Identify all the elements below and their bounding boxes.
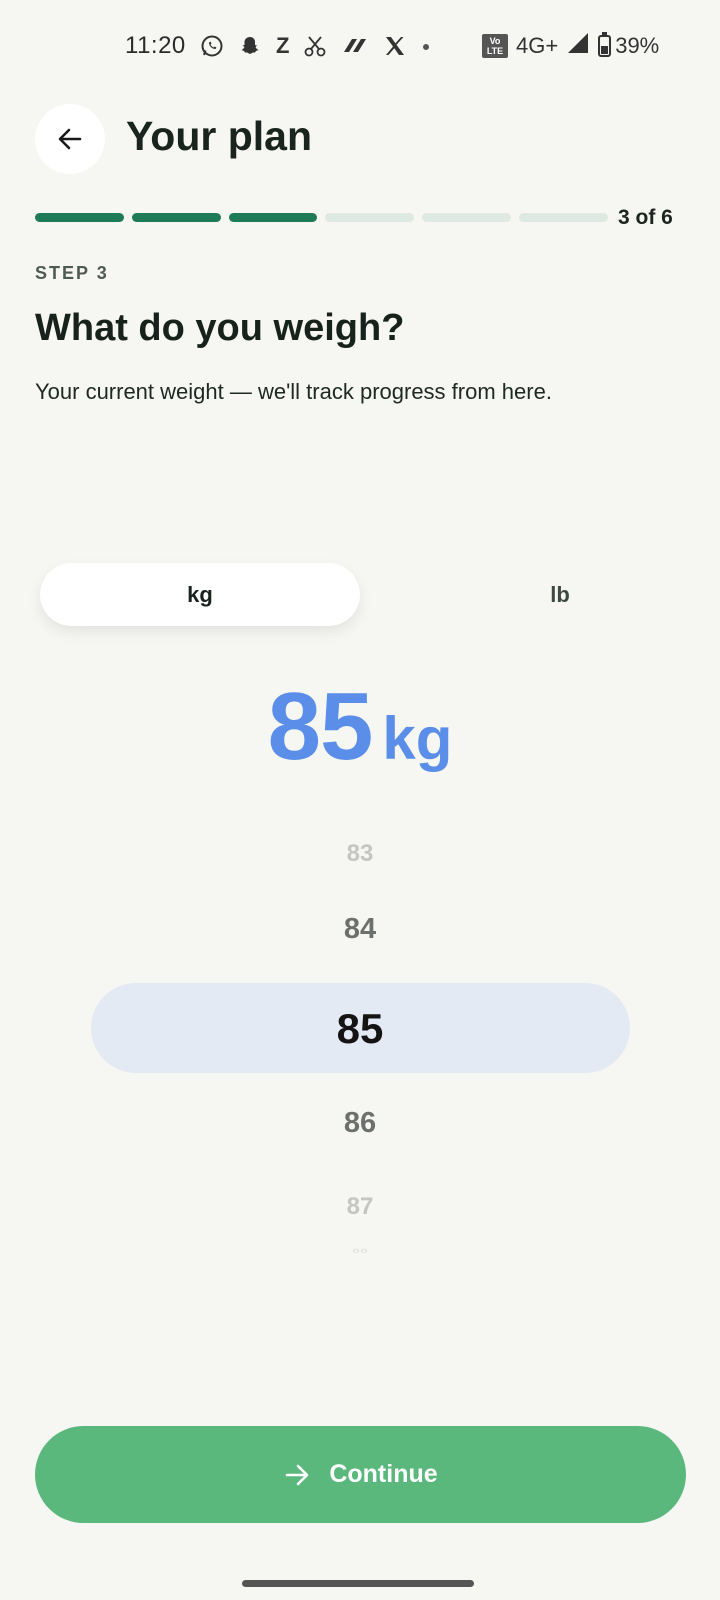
scissors-icon (303, 34, 327, 58)
progress-segment-complete (35, 213, 124, 222)
arrow-left-icon (58, 128, 82, 150)
continue-label: Continue (329, 1460, 438, 1488)
picker-item[interactable]: 88 (0, 1245, 720, 1253)
unit-option-lb[interactable]: lb (400, 563, 720, 626)
x-icon (383, 34, 407, 58)
weight-unit: kg (382, 705, 453, 772)
progress-segment (422, 213, 512, 222)
picker-item[interactable]: 84 (0, 913, 720, 946)
signal-icon (566, 31, 590, 61)
screen: 11:20 Z Vo LTE 4G+ 39% Your plan 3 of 6 … (0, 0, 720, 1600)
dot-icon (421, 34, 431, 58)
back-button[interactable] (35, 104, 105, 174)
volte-top-label: Vo (489, 36, 501, 46)
whatsapp-icon (200, 34, 224, 58)
unit-toggle: kg lb (40, 563, 680, 626)
picker-item[interactable]: 87 (0, 1193, 720, 1221)
question-heading: What do you weigh? (35, 307, 405, 349)
weight-picker[interactable]: 83 84 85 86 87 88 (0, 820, 720, 1260)
network-type: 4G+ (516, 33, 559, 58)
arrow-right-icon (286, 1464, 309, 1485)
battery-icon (598, 32, 612, 57)
progress-count: 3 of 6 (618, 206, 673, 229)
system-status: Vo LTE 4G+ 39% (482, 30, 659, 62)
home-indicator[interactable] (242, 1580, 474, 1587)
progress-segment-complete (131, 213, 221, 222)
picker-item[interactable]: 86 (0, 1107, 720, 1140)
status-bar: 11:20 Z Vo LTE 4G+ 39% (0, 26, 720, 66)
question-subtitle: Your current weight — we'll track progre… (35, 379, 552, 404)
weight-value: 85 (267, 673, 374, 780)
progress-segment (325, 213, 415, 222)
volte-bottom-label: LTE (486, 46, 504, 56)
picker-item[interactable]: 83 (0, 840, 720, 868)
progress-segment (519, 213, 608, 222)
continue-button[interactable]: Continue (35, 1426, 686, 1523)
progress-segment-complete (228, 213, 318, 222)
status-time: 11:20 (125, 32, 186, 59)
snapchat-icon (238, 34, 262, 58)
notification-icons: Z (200, 30, 431, 62)
volte-icon: Vo LTE (482, 34, 508, 58)
step-label: STEP 3 (35, 263, 109, 283)
z-icon: Z (276, 33, 290, 58)
battery-percent: 39% (615, 33, 660, 58)
app-icon (341, 34, 369, 58)
battery-indicator: 39% (598, 32, 660, 59)
progress-bar (35, 213, 608, 222)
page-title: Your plan (126, 113, 313, 159)
weight-display: 85 kg (0, 672, 720, 782)
unit-option-kg[interactable]: kg (40, 563, 360, 626)
picker-item-selected[interactable]: 85 (0, 1005, 720, 1053)
